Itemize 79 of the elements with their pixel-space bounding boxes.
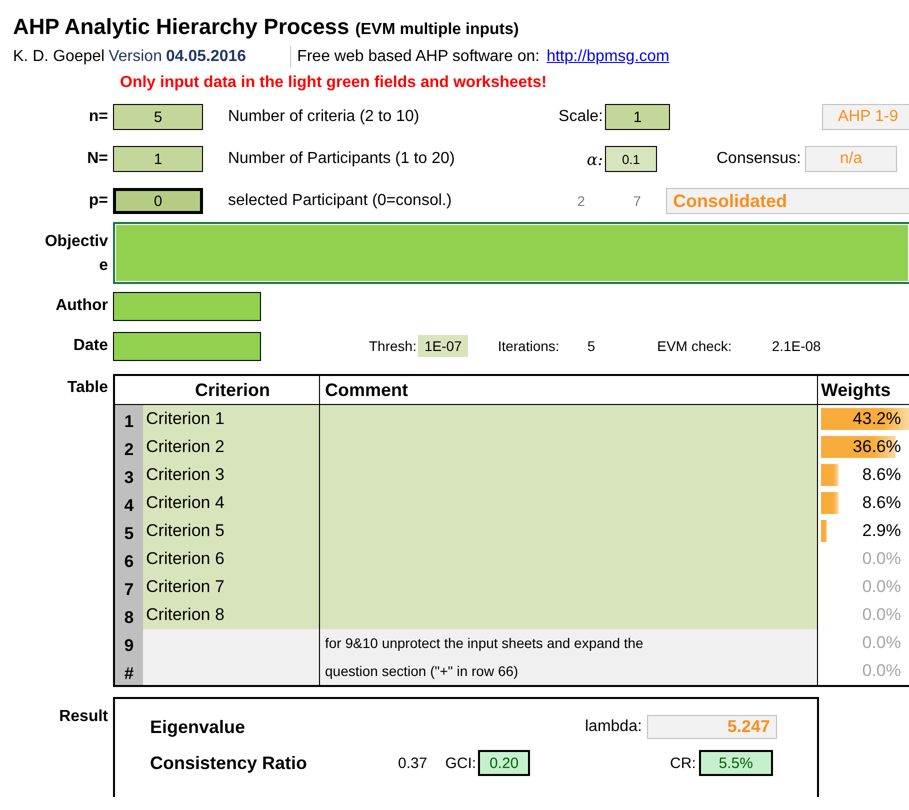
app-title: AHP Analytic Hierarchy Process xyxy=(13,14,350,40)
row-number: 2 xyxy=(115,433,143,461)
setting-label: Scale: xyxy=(558,108,603,126)
website-link[interactable]: http://bpmsg.com xyxy=(546,48,670,66)
gci-label: GCI: xyxy=(445,754,476,772)
weight-cell: 43.2% xyxy=(821,408,909,430)
notice-text: Only input data in the light green fields and worksheets! xyxy=(119,73,548,93)
participant-field: Consolidated xyxy=(666,188,909,214)
evm-check-label: EVM check: xyxy=(657,338,732,354)
criterion-cell[interactable]: Criterion 5 xyxy=(143,517,320,545)
criterion-cell[interactable]: Criterion 8 xyxy=(143,601,320,629)
objective-label: e xyxy=(99,256,108,276)
setting-label: α: xyxy=(586,150,603,168)
tagline-text: Free web based AHP software on: xyxy=(297,48,540,66)
scale-field: AHP 1-9 xyxy=(822,104,909,130)
iterations-label: Iterations: xyxy=(498,338,560,354)
version-label: Version xyxy=(108,48,162,66)
column-header: Criterion xyxy=(143,376,320,404)
comment-cell[interactable]: for 9&10 unprotect the input sheets and expand the xyxy=(320,629,818,657)
consistency-ratio-label: Consistency Ratio xyxy=(150,752,308,774)
setting-description: selected Participant (0=consol.) xyxy=(228,192,453,210)
objective-label: Objectiv xyxy=(44,232,108,252)
setting-field[interactable]: 1 xyxy=(605,104,670,130)
row-number: 4 xyxy=(115,489,143,517)
row-number: 6 xyxy=(115,545,143,573)
cr-value: 5.5% xyxy=(698,750,773,776)
row-number: 3 xyxy=(115,461,143,489)
iterations-value: 5 xyxy=(587,338,596,354)
setting-field[interactable]: 0.1 xyxy=(605,146,657,172)
setting-field[interactable]: 1 xyxy=(113,146,203,172)
table-label: Table xyxy=(66,378,108,398)
scale-field: n/a xyxy=(805,146,897,172)
criterion-cell[interactable]: Criterion 3 xyxy=(143,461,320,489)
count-value: 2 xyxy=(576,193,585,209)
criterion-cell[interactable]: Criterion 7 xyxy=(143,573,320,601)
setting-description: Number of criteria (2 to 10) xyxy=(228,108,420,126)
setting-label: N= xyxy=(86,150,108,168)
criterion-cell[interactable]: Criterion 6 xyxy=(143,545,320,573)
result-label: Result xyxy=(58,707,108,727)
row-number: 9 xyxy=(115,629,143,657)
date-field[interactable] xyxy=(113,332,261,360)
author-field[interactable] xyxy=(113,292,261,320)
lambda-value: 5.247 xyxy=(646,715,777,739)
criterion-cell[interactable] xyxy=(143,657,320,685)
gci-value: 0.20 xyxy=(478,750,530,776)
criterion-cell[interactable]: Criterion 4 xyxy=(143,489,320,517)
row-number: 1 xyxy=(115,405,143,433)
row-number: # xyxy=(115,657,143,685)
setting-description: Number of Participants (1 to 20) xyxy=(228,150,456,168)
eigenvalue-label: Eigenvalue xyxy=(150,716,246,738)
cr-label: CR: xyxy=(670,754,696,772)
column-header: Weights xyxy=(820,378,892,402)
date-label: Date xyxy=(72,337,108,355)
version-date: 04.05.2016 xyxy=(166,48,246,66)
comment-cell[interactable]: question section ("+" in row 66) xyxy=(320,657,818,685)
comment-cell[interactable] xyxy=(320,601,818,629)
criterion-cell[interactable]: Criterion 1 xyxy=(143,405,320,433)
criterion-cell[interactable]: Criterion 2 xyxy=(143,433,320,461)
thresh-label: Thresh: xyxy=(369,338,416,354)
count-value: 7 xyxy=(632,193,641,209)
thresh-field[interactable]: 1E-07 xyxy=(418,335,468,357)
author-label: Author xyxy=(54,297,108,315)
setting-label: n= xyxy=(88,108,108,126)
row-number: 7 xyxy=(115,573,143,601)
row-number: 5 xyxy=(115,517,143,545)
app-subtitle: (EVM multiple inputs) xyxy=(355,21,519,39)
evm-check-value: 2.1E-08 xyxy=(772,338,821,354)
setting-label: p= xyxy=(88,192,108,210)
objective-field[interactable] xyxy=(113,222,909,284)
row-number: 8 xyxy=(115,601,143,629)
criterion-cell[interactable] xyxy=(143,629,320,657)
column-header: Comment xyxy=(320,376,818,404)
setting-field[interactable]: 5 xyxy=(113,104,203,130)
setting-field[interactable]: 0 xyxy=(113,188,203,214)
author-credit: K. D. Goepel xyxy=(13,48,105,66)
lambda-label: lambda: xyxy=(585,718,642,736)
gci-raw-value: 0.37 xyxy=(398,754,428,772)
comment-cell[interactable] xyxy=(320,405,818,433)
setting-label: Consensus: xyxy=(716,150,801,168)
